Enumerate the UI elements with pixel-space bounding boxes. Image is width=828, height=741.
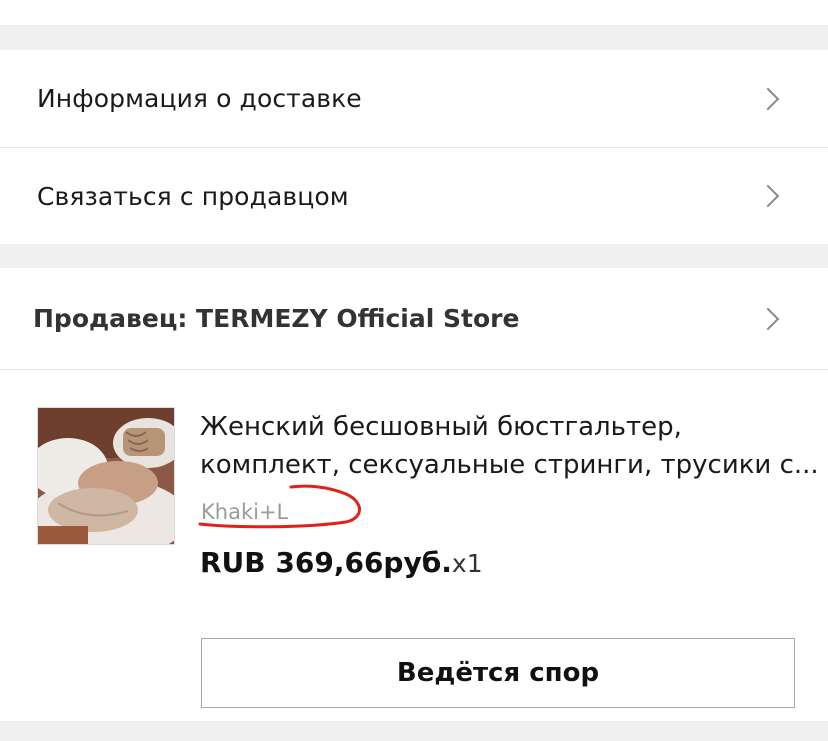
delivery-info-row[interactable]: Информация о доставке (0, 50, 828, 147)
product-title-line: комплект, сексуальные стринги, трусики с… (200, 450, 819, 480)
seller-row[interactable]: Продавец: TERMEZY Official Store (0, 268, 828, 369)
section-gap (0, 244, 828, 268)
chevron-right-icon (756, 307, 780, 330)
product-thumbnail[interactable] (37, 407, 175, 545)
product-price: RUB 369,66руб.x1 (200, 546, 483, 579)
chevron-right-icon (756, 184, 780, 208)
seller-panel: Продавец: TERMEZY Official Store Женский… (0, 268, 828, 721)
price-value: RUB 369,66руб. (200, 546, 452, 579)
product-title[interactable]: Женский бесшовный бюстгальтер, комплект,… (200, 408, 819, 484)
chevron-right-icon (756, 87, 780, 110)
quantity: x1 (451, 549, 483, 578)
section-gap (0, 721, 828, 741)
product-title-line: Женский бесшовный бюстгальтер, (200, 412, 682, 442)
section-gap (0, 25, 828, 50)
contact-seller-row[interactable]: Связаться с продавцом (0, 147, 828, 244)
dispute-button[interactable]: Ведётся спор (201, 638, 795, 708)
annotation-underline (198, 484, 361, 529)
seller-name: Продавец: TERMEZY Official Store (33, 304, 520, 333)
order-links-panel: Информация о доставке Связаться с продав… (0, 50, 828, 244)
delivery-info-label: Информация о доставке (37, 84, 362, 113)
product-photo (38, 408, 174, 544)
order-item: Женский бесшовный бюстгальтер, комплект,… (0, 369, 828, 721)
top-panel-edge (0, 0, 828, 25)
contact-seller-label: Связаться с продавцом (37, 181, 349, 211)
